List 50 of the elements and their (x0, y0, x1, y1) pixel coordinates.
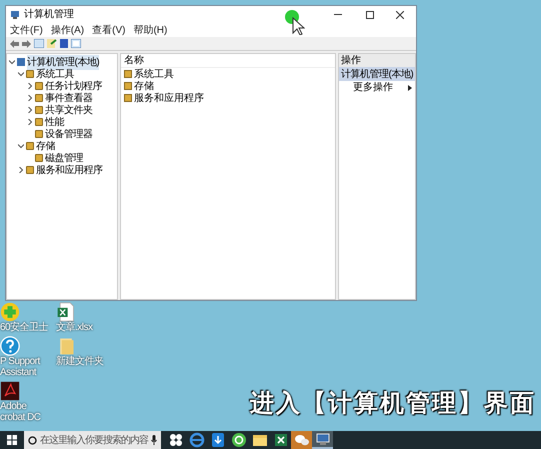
globe-icon (188, 432, 204, 448)
list-item[interactable]: 系统工具 (134, 66, 174, 82)
collapsed-chevron-icon[interactable] (27, 107, 33, 113)
collapsed-chevron-icon[interactable] (27, 83, 33, 89)
collapsed-chevron-icon[interactable] (27, 95, 33, 101)
menu-item[interactable]: 操作(A) (50, 22, 84, 38)
back-arrow-icon[interactable] (10, 40, 19, 48)
list-item[interactable]: 存储 (134, 78, 154, 94)
question-mark-icon[interactable] (0, 336, 20, 356)
spreadsheet-icon (272, 432, 288, 448)
submenu-arrow-icon (408, 84, 412, 90)
spreadsheet-file-icon[interactable] (56, 302, 76, 322)
chat-bubble-icon (230, 432, 246, 448)
folder-icon (252, 432, 268, 448)
column-header[interactable]: 名称 (121, 54, 335, 68)
tree-item[interactable]: 计算机管理(本地) (27, 54, 100, 70)
expanded-chevron-icon[interactable] (9, 59, 15, 65)
collapsed-chevron-icon[interactable] (27, 119, 33, 125)
video-caption: 进入【计算机管理】界面 (250, 389, 536, 419)
menu-item[interactable]: 文件(F) (10, 22, 43, 38)
list-item[interactable]: 服务和应用程序 (134, 90, 204, 106)
search-field[interactable]: 在这里输入你要搜索的内容 (24, 431, 161, 449)
tree-item[interactable]: 系统工具 (36, 66, 74, 82)
tree-item[interactable]: 存储 (36, 138, 55, 154)
tree-item[interactable]: 事件查看器 (45, 90, 92, 106)
download-icon (210, 432, 226, 448)
tree-item[interactable]: 设备管理器 (45, 126, 92, 142)
search-icon (28, 436, 37, 444)
tree-item[interactable]: 服务和应用程序 (36, 162, 102, 178)
chat-bubbles-icon (294, 432, 310, 448)
menu-item[interactable]: 帮助(H) (133, 22, 168, 38)
task-view-icon (168, 432, 184, 448)
tree-item[interactable]: 共享文件夹 (45, 102, 92, 118)
maximize-icon[interactable] (366, 10, 374, 18)
microphone-icon[interactable] (151, 435, 157, 445)
close-icon[interactable] (396, 10, 404, 18)
action-link[interactable]: 更多操作 (353, 80, 393, 95)
tree-item[interactable]: 磁盘管理 (45, 150, 83, 166)
actions-header: 操作 (339, 54, 415, 67)
window-title: 计算机管理 (24, 8, 74, 22)
pdf-app-icon[interactable] (0, 381, 20, 401)
forward-arrow-icon[interactable] (22, 40, 31, 48)
windows-start-icon[interactable] (7, 435, 17, 445)
collapsed-chevron-icon[interactable] (18, 167, 24, 173)
tree-item[interactable]: 性能 (45, 114, 64, 130)
tree-item[interactable]: 任务计划程序 (45, 78, 102, 94)
actions-section-header[interactable]: 计算机管理(本地) (339, 67, 415, 81)
menu-item[interactable]: 查看(V) (92, 22, 126, 38)
expanded-chevron-icon[interactable] (18, 143, 24, 149)
expanded-chevron-icon[interactable] (18, 71, 24, 77)
